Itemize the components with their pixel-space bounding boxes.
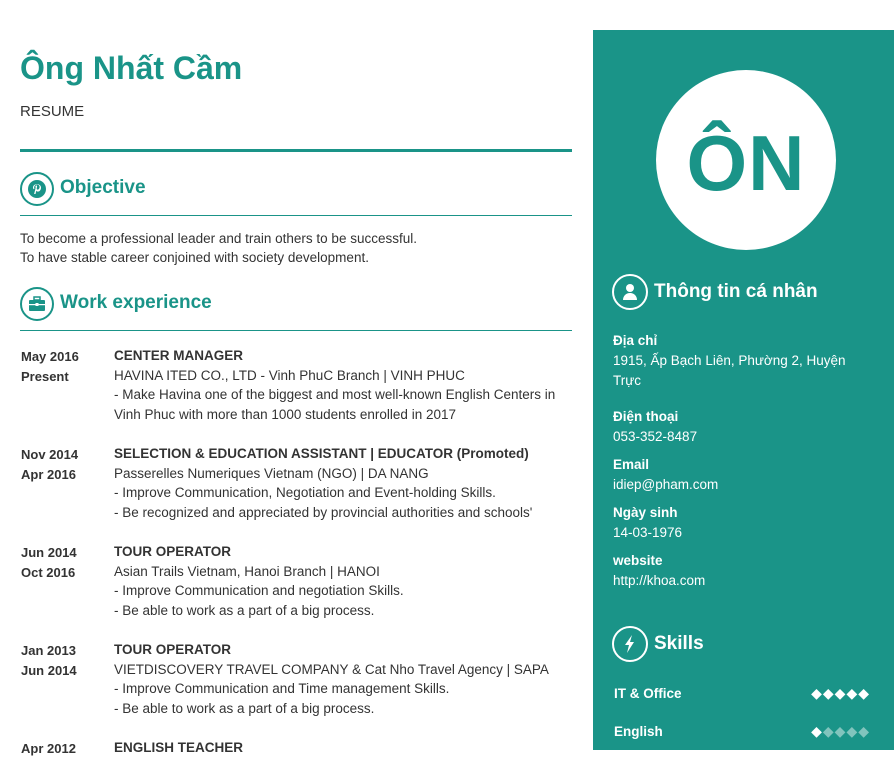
job-start-date: Jun 2014	[21, 545, 77, 560]
rating-diamond-empty: ◆	[822, 723, 835, 739]
skills-title: Skills	[654, 633, 704, 654]
header-divider	[20, 149, 572, 152]
personal-info-heading: Thông tin cá nhân	[612, 274, 882, 310]
job-start-date: Jan 2013	[21, 643, 76, 658]
skill-rating: ◆◆◆◆◆	[811, 723, 870, 740]
work-experience-title: Work experience	[60, 292, 212, 313]
dob-label: Ngày sinh	[613, 505, 678, 520]
job-role: TOUR OPERATOR	[114, 642, 232, 657]
personal-info-title: Thông tin cá nhân	[654, 281, 818, 302]
rating-diamond-filled: ◆	[834, 685, 847, 701]
job-role: ENGLISH TEACHER	[114, 740, 244, 755]
dob-value: 14-03-1976	[613, 525, 683, 540]
website-value: http://khoa.com	[613, 573, 706, 588]
email-label: Email	[613, 457, 650, 472]
rating-diamond-empty: ◆	[846, 723, 859, 739]
objective-heading: Objective	[20, 172, 572, 216]
job-end-date: Jun 2014	[21, 663, 77, 678]
skill-name: IT & Office	[614, 686, 682, 701]
skill-row: English ◆◆◆◆◆	[614, 723, 874, 744]
job-role: CENTER MANAGER	[114, 348, 244, 363]
candidate-name: Ông Nhất Cầm	[20, 50, 243, 86]
sidebar: ÔN Thông tin cá nhân Địa chỉ 1915, Ấp Bạ…	[593, 30, 894, 750]
rating-diamond-filled: ◆	[811, 685, 823, 701]
job-detail: - Improve Communication, Negotiation and…	[114, 485, 496, 500]
avatar: ÔN	[656, 70, 836, 250]
job-detail: - Be recognized and appreciated by provi…	[114, 504, 533, 520]
rating-diamond-filled: ◆	[858, 685, 870, 701]
objective-line: To become a professional leader and trai…	[20, 231, 417, 246]
job-end-date: Apr 2016	[21, 467, 76, 482]
document-subtitle: RESUME	[20, 103, 85, 120]
work-experience-divider	[20, 330, 572, 331]
phone-value: 053-352-8487	[613, 429, 698, 444]
dob-block: Ngày sinh 14-03-1976	[613, 503, 873, 543]
rating-diamond-filled: ◆	[811, 723, 823, 739]
job-detail: - Be able to work as a part of a big pro…	[114, 700, 375, 716]
rating-diamond-filled: ◆	[822, 685, 835, 701]
objective-title: Objective	[60, 177, 146, 198]
job-body: TOUR OPERATOR Asian Trails Vietnam, Hano…	[114, 542, 572, 620]
job-body: ENGLISH TEACHER	[114, 738, 572, 758]
pinterest-icon	[20, 172, 54, 206]
skill-rating: ◆◆◆◆◆	[811, 685, 870, 702]
job-start-date: May 2016	[21, 349, 79, 364]
skills-heading: Skills	[612, 626, 882, 662]
skill-name: English	[614, 724, 663, 739]
job-start-date: Apr 2012	[21, 741, 76, 756]
job-dates: May 2016 Present	[21, 347, 111, 387]
job-body: CENTER MANAGER HAVINA ITED CO., LTD - Vi…	[114, 346, 572, 424]
job-detail: - Be able to work as a part of a big pro…	[114, 602, 375, 618]
objective-line: To have stable career conjoined with soc…	[20, 250, 369, 265]
address-label: Địa chỉ	[613, 333, 658, 348]
avatar-initials: ÔN	[686, 118, 806, 207]
objective-divider	[20, 215, 572, 216]
job-detail: - Make Havina one of the biggest and mos…	[114, 387, 556, 422]
job-detail: - Improve Communication and Time managem…	[114, 681, 450, 696]
user-icon	[612, 274, 648, 310]
job-company: HAVINA ITED CO., LTD - Vinh PhuC Branch …	[114, 367, 465, 383]
job-start-date: Nov 2014	[21, 447, 79, 462]
email-value: idiep@pham.com	[613, 477, 719, 492]
rating-diamond-empty: ◆	[858, 723, 870, 739]
phone-label: Điện thoại	[613, 409, 679, 424]
rating-diamond-empty: ◆	[834, 723, 847, 739]
lightning-icon	[612, 626, 648, 662]
rating-diamond-filled: ◆	[846, 685, 859, 701]
work-experience-heading: Work experience	[20, 287, 572, 331]
job-dates: Jan 2013 Jun 2014	[21, 641, 111, 681]
objective-text: To become a professional leader and trai…	[20, 229, 417, 267]
job-dates: Jun 2014 Oct 2016	[21, 543, 111, 583]
job-end-date: Oct 2016	[21, 565, 76, 580]
skill-row: IT & Office ◆◆◆◆◆	[614, 685, 874, 706]
job-dates: Apr 2012	[21, 739, 111, 759]
website-block: website http://khoa.com	[613, 551, 873, 591]
email-block: Email idiep@pham.com	[613, 455, 873, 495]
address-value: 1915, Ấp Bạch Liên, Phường 2, Huyện Trực	[613, 353, 846, 388]
job-end-date: Present	[21, 369, 69, 384]
job-company: VIETDISCOVERY TRAVEL COMPANY & Cat Nho T…	[114, 661, 549, 677]
job-detail: - Improve Communication and negotiation …	[114, 583, 404, 598]
address-block: Địa chỉ 1915, Ấp Bạch Liên, Phường 2, Hu…	[613, 331, 873, 391]
website-label: website	[613, 553, 663, 568]
briefcase-icon	[20, 287, 54, 321]
job-body: SELECTION & EDUCATION ASSISTANT | EDUCAT…	[114, 444, 572, 522]
job-role: SELECTION & EDUCATION ASSISTANT | EDUCAT…	[114, 446, 529, 461]
phone-block: Điện thoại 053-352-8487	[613, 407, 873, 447]
job-company: Asian Trails Vietnam, Hanoi Branch | HAN…	[114, 563, 380, 579]
job-company: Passerelles Numeriques Vietnam (NGO) | D…	[114, 465, 429, 481]
job-role: TOUR OPERATOR	[114, 544, 232, 559]
job-dates: Nov 2014 Apr 2016	[21, 445, 111, 485]
job-body: TOUR OPERATOR VIETDISCOVERY TRAVEL COMPA…	[114, 640, 572, 718]
